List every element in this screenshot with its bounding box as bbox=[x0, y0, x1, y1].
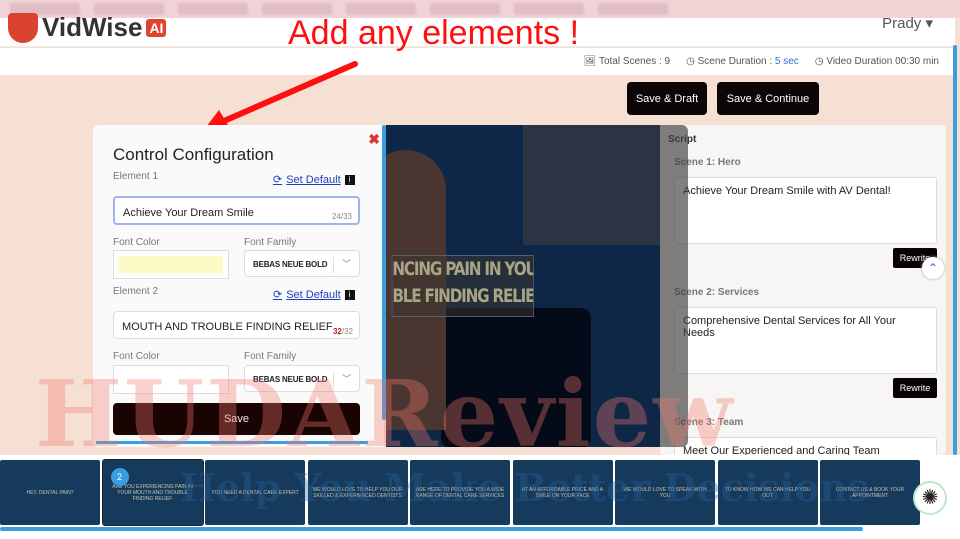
scene-thumbnail[interactable]: WE WOULD LOVE TO SPEAK WITH YOU bbox=[615, 460, 715, 525]
video-duration-text: Video Duration 00:30 min bbox=[826, 56, 939, 67]
video-preview: NCING PAIN IN YOUR BLE FINDING RELIEF bbox=[386, 125, 660, 447]
annotation-text: Add any elements ! bbox=[288, 14, 580, 52]
element-2-value: MOUTH AND TROUBLE FINDING RELIEF bbox=[122, 321, 333, 333]
element-1-label: Element 1 bbox=[113, 171, 159, 182]
thumbnail-caption: AT AN AFFORDABLE PRICE AND A SMILE ON YO… bbox=[521, 486, 604, 499]
element-2-font-family-select[interactable]: BEBAS NEUE BOLD ﹀ bbox=[244, 365, 360, 392]
preview-caption-line1: NCING PAIN IN YOUR bbox=[392, 258, 534, 280]
scene-thumbnail[interactable]: AT AN AFFORDABLE PRICE AND A SMILE ON YO… bbox=[512, 460, 613, 525]
user-menu[interactable]: Prady ▾ bbox=[882, 14, 933, 32]
set-default-link[interactable]: Set Default bbox=[286, 174, 340, 186]
total-scenes-text: Total Scenes : 9 bbox=[598, 56, 671, 67]
element-2-font-color-label: Font Color bbox=[113, 351, 160, 362]
control-configuration-panel: Control Configuration ✖ Element 1 ⟳ Set D… bbox=[93, 125, 384, 447]
logo-mark-icon bbox=[8, 12, 38, 43]
element-2-set-default[interactable]: ⟳ Set Default i bbox=[273, 288, 355, 301]
color-swatch bbox=[119, 371, 223, 388]
scene-thumbnail[interactable]: ARE YOU EXPERIENCING PAIN IN YOUR MOUTH … bbox=[101, 459, 204, 526]
scene-thumbnail[interactable]: YOU NEED A DENTAL CARE EXPERT bbox=[205, 460, 305, 525]
font-family-value: BEBAS NEUE BOLD bbox=[253, 260, 328, 269]
scene-duration: ◷ Scene Duration : 5 sec bbox=[686, 56, 799, 67]
panel-scrollbar[interactable] bbox=[382, 125, 386, 420]
total-scenes: 🖼 Total Scenes : 9 bbox=[583, 56, 671, 67]
element-2-input[interactable]: MOUTH AND TROUBLE FINDING RELIEF 32/32 bbox=[113, 311, 360, 339]
set-default-link[interactable]: Set Default bbox=[286, 289, 340, 301]
scene-2-rewrite-button[interactable]: Rewrite bbox=[893, 378, 937, 398]
element-1-font-color-picker[interactable] bbox=[113, 250, 229, 279]
preview-caption-line2: BLE FINDING RELIEF bbox=[392, 285, 534, 307]
refresh-icon: ⟳ bbox=[273, 174, 283, 186]
scene-thumbnail[interactable]: CONTACT US & BOOK YOUR APPOINTMENT bbox=[820, 460, 920, 525]
panel-title: Control Configuration bbox=[113, 145, 274, 164]
chevron-down-icon: ﹀ bbox=[333, 257, 359, 273]
element-2-font-color-picker[interactable] bbox=[113, 365, 229, 394]
video-duration: ◷ Video Duration 00:30 min bbox=[814, 56, 939, 67]
scene-thumbnail[interactable]: TO KNOW HOW WE CAN HELP YOU OUT bbox=[717, 460, 818, 525]
timeline-scrollbar[interactable] bbox=[0, 527, 863, 531]
scene-thumbnail[interactable]: WE WOULD LOVE TO HELP YOU OUR SKILLED & … bbox=[307, 460, 408, 525]
close-icon[interactable]: ✖ bbox=[368, 131, 380, 148]
thumbnail-caption: YOU NEED A DENTAL CARE EXPERT bbox=[211, 489, 299, 496]
save-draft-button[interactable]: Save & Draft bbox=[627, 82, 707, 115]
char-count-used: 32 bbox=[332, 327, 342, 336]
preview-caption[interactable]: NCING PAIN IN YOUR BLE FINDING RELIEF bbox=[391, 255, 534, 317]
thumbnail-caption: WE WOULD LOVE TO HELP YOU OUR SKILLED & … bbox=[312, 486, 403, 499]
element-1-font-family-select[interactable]: BEBAS NEUE BOLD ﹀ bbox=[244, 250, 360, 277]
save-continue-button[interactable]: Save & Continue bbox=[717, 82, 819, 115]
logo-text: VidWise bbox=[42, 12, 143, 42]
scene-timeline: HEY, DENTAL PAIN? ARE YOU EXPERIENCING PA… bbox=[0, 455, 960, 539]
element-1-char-count: 24/33 bbox=[331, 212, 352, 221]
scene-duration-label: Scene Duration : bbox=[697, 56, 775, 67]
preview-sofa bbox=[441, 308, 591, 447]
element-1-value: Achieve Your Dream Smile bbox=[123, 207, 254, 219]
scene-1-textarea[interactable]: Achieve Your Dream Smile with AV Dental! bbox=[674, 177, 937, 244]
logo[interactable]: VidWise AI bbox=[8, 12, 167, 43]
color-swatch bbox=[119, 256, 223, 273]
clickup-icon[interactable]: ⌃ bbox=[922, 257, 944, 279]
element-1-font-color-label: Font Color bbox=[113, 237, 160, 248]
thumbnail-caption: TO KNOW HOW WE CAN HELP YOU OUT bbox=[724, 486, 811, 499]
modal-overlay bbox=[660, 125, 688, 447]
refresh-icon: ⟳ bbox=[273, 289, 283, 301]
info-icon[interactable]: i bbox=[344, 174, 355, 185]
char-count-max: /32 bbox=[341, 327, 353, 336]
scene-thumbnail[interactable]: HEY, DENTAL PAIN? bbox=[0, 460, 100, 525]
chatgpt-icon[interactable]: ✺ bbox=[913, 481, 947, 515]
info-icon[interactable]: i bbox=[344, 289, 355, 300]
script-panel: Script Scene 1: Hero Achieve Your Dream … bbox=[660, 125, 946, 455]
save-button[interactable]: Save bbox=[113, 403, 360, 435]
element-1-set-default[interactable]: ⟳ Set Default i bbox=[273, 173, 355, 186]
panel-horizontal-scrollbar[interactable] bbox=[96, 441, 368, 444]
thumbnail-caption: HEY, DENTAL PAIN? bbox=[26, 489, 74, 496]
chevron-down-icon: ﹀ bbox=[333, 372, 359, 388]
preview-wall-frame bbox=[523, 125, 660, 245]
scene-duration-value[interactable]: 5 sec bbox=[775, 56, 799, 67]
element-2-font-family-label: Font Family bbox=[244, 351, 297, 362]
scene-thumbnail[interactable]: ARE HERE TO PROVIDE YOU A WIDE RANGE OF … bbox=[410, 460, 510, 525]
element-2-char-count: 32/32 bbox=[333, 327, 353, 336]
element-2-label: Element 2 bbox=[113, 286, 159, 297]
element-1-font-family-label: Font Family bbox=[244, 237, 297, 248]
thumbnail-caption: WE WOULD LOVE TO SPEAK WITH YOU bbox=[623, 486, 707, 499]
scene-3-textarea[interactable]: Meet Our Experienced and Caring Team bbox=[674, 437, 937, 455]
thumbnail-caption: ARE YOU EXPERIENCING PAIN IN YOUR MOUTH … bbox=[112, 483, 193, 502]
active-scene-badge: 2 bbox=[110, 468, 129, 486]
thumbnail-caption: ARE HERE TO PROVIDE YOU A WIDE RANGE OF … bbox=[415, 486, 505, 499]
logo-badge: AI bbox=[146, 18, 167, 37]
font-family-value: BEBAS NEUE BOLD bbox=[253, 375, 328, 384]
page-scrollbar[interactable] bbox=[953, 45, 957, 455]
element-1-input[interactable]: Achieve Your Dream Smile 24/33 bbox=[113, 196, 360, 225]
scene-2-textarea[interactable]: Comprehensive Dental Services for All Yo… bbox=[674, 307, 937, 374]
thumbnail-caption: CONTACT US & BOOK YOUR APPOINTMENT bbox=[835, 486, 905, 499]
